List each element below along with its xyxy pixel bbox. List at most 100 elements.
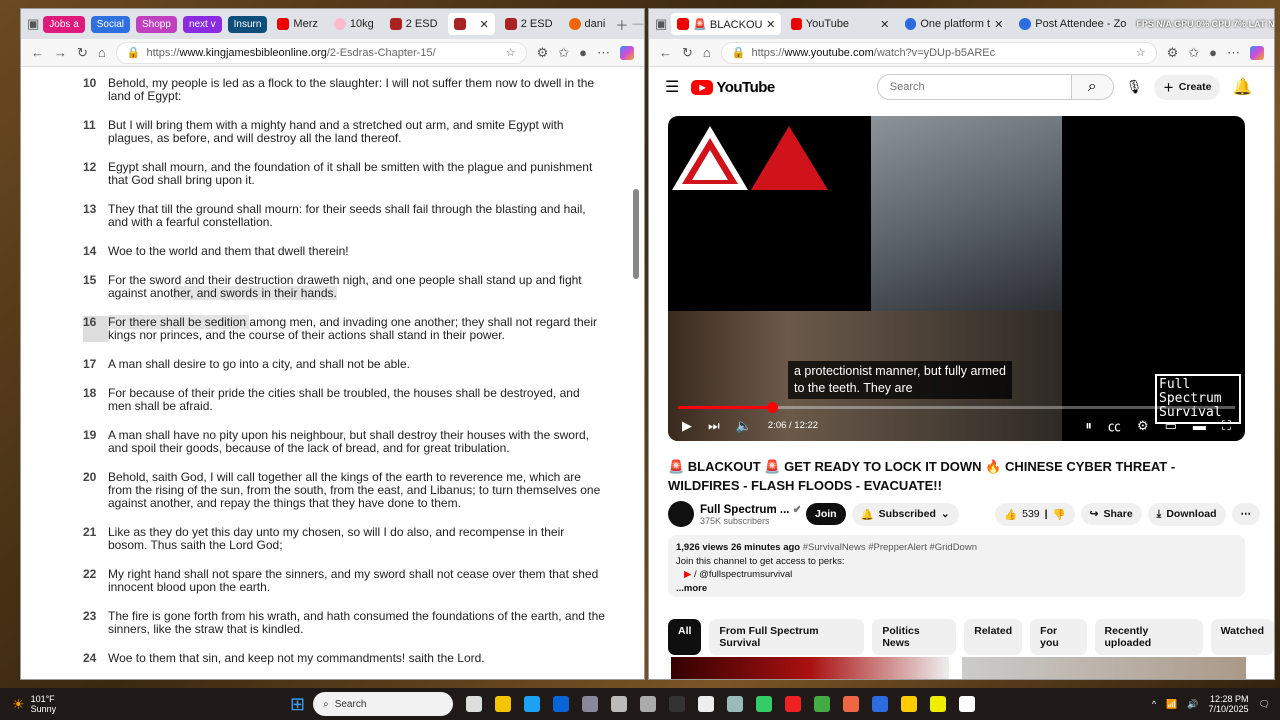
scrollbar[interactable] bbox=[632, 69, 640, 675]
taskbar-app-icon[interactable] bbox=[900, 696, 917, 712]
verse-number[interactable]: 13 bbox=[83, 203, 108, 229]
filter-chip[interactable]: All bbox=[668, 619, 702, 655]
back-icon[interactable]: ← bbox=[31, 45, 44, 60]
autoplay-toggle[interactable]: ⏸ bbox=[1085, 418, 1092, 434]
profile-icon[interactable]: ● bbox=[579, 45, 587, 60]
clock-date[interactable]: 7/10/2025 bbox=[1209, 704, 1249, 714]
scrubber-handle[interactable] bbox=[766, 402, 778, 413]
url-field[interactable]: 🔒 https://www.youtube.com/watch?v=yDUp-b5… bbox=[720, 41, 1157, 64]
taskbar-app-icon[interactable] bbox=[842, 696, 859, 712]
reload-icon[interactable]: ↻ bbox=[682, 45, 693, 61]
taskbar-app-icon[interactable] bbox=[755, 696, 772, 712]
tab-active[interactable]: 🚨 BLACKOUT 🚨 GE✕ bbox=[671, 13, 782, 35]
copilot-icon[interactable] bbox=[620, 45, 634, 60]
filter-chip[interactable]: Recently uploaded bbox=[1094, 619, 1203, 655]
verse-number[interactable]: 22 bbox=[83, 568, 108, 594]
close-icon[interactable]: ✕ bbox=[994, 18, 1003, 31]
settings-icon[interactable]: ⚙ bbox=[1137, 418, 1149, 434]
filter-chip[interactable]: Related bbox=[964, 619, 1023, 655]
tray-overflow-icon[interactable]: ^ bbox=[1152, 699, 1156, 709]
taskbar-app-icon[interactable] bbox=[784, 696, 801, 712]
taskbar-app-icon[interactable] bbox=[813, 696, 830, 712]
close-icon[interactable]: ✕ bbox=[880, 18, 889, 31]
close-icon[interactable]: ✕ bbox=[480, 18, 489, 31]
network-icon[interactable]: 📶 bbox=[1166, 699, 1177, 710]
url-field[interactable]: 🔒 https://www.kingjamesbibleonline.org/2-… bbox=[115, 41, 527, 64]
forward-icon[interactable]: → bbox=[54, 45, 67, 60]
new-tab-icon[interactable]: ＋ bbox=[615, 15, 628, 34]
search-icon[interactable]: ⌕ bbox=[1071, 74, 1114, 100]
show-more-link[interactable]: ...more bbox=[676, 582, 1237, 596]
verse-number[interactable]: 10 bbox=[83, 77, 108, 103]
close-icon[interactable]: ✕ bbox=[766, 18, 775, 31]
tab[interactable]: One platform to con✕ bbox=[899, 13, 1009, 35]
verse-number[interactable]: 12 bbox=[83, 161, 108, 187]
favorites-icon[interactable]: ✩ bbox=[558, 45, 569, 61]
tab[interactable]: dani bbox=[563, 13, 612, 35]
mic-icon[interactable]: 🎙 bbox=[1126, 79, 1143, 95]
taskbar-app-icon[interactable] bbox=[697, 696, 714, 712]
filter-chip[interactable]: Watched bbox=[1210, 619, 1274, 655]
tab[interactable]: 2 ESD bbox=[384, 13, 444, 35]
hashtags[interactable]: #SurvivalNews #PrepperAlert #GridDown bbox=[803, 542, 977, 553]
tab[interactable]: 10kg bbox=[328, 13, 380, 35]
filter-chip[interactable]: From Full Spectrum Survival bbox=[709, 619, 865, 655]
join-button[interactable]: Join bbox=[806, 503, 846, 525]
tab-actions-icon[interactable]: ▣ bbox=[655, 16, 667, 32]
minimize-icon[interactable]: — bbox=[632, 18, 643, 31]
star-icon[interactable]: ☆ bbox=[506, 46, 516, 59]
taskbar-app-icon[interactable] bbox=[958, 696, 975, 712]
notifications-icon[interactable]: 🗨 bbox=[1259, 699, 1270, 710]
volume-icon[interactable]: 🔊 bbox=[1187, 699, 1198, 710]
taskbar-app-icon[interactable] bbox=[523, 696, 540, 712]
thumbs-down-icon[interactable]: 👎 bbox=[1053, 508, 1066, 521]
more-actions-button[interactable]: ⋯ bbox=[1231, 503, 1260, 525]
volume-icon[interactable]: 🔈 bbox=[736, 418, 752, 434]
tab-active[interactable]: ✕ bbox=[447, 13, 495, 35]
profile-icon[interactable]: ● bbox=[1209, 45, 1217, 60]
video-player[interactable]: a protectionist manner, but fully armed t… bbox=[668, 116, 1245, 441]
taskbar-app-icon[interactable] bbox=[552, 696, 569, 712]
tab-group[interactable]: Social bbox=[90, 15, 131, 33]
play-icon[interactable]: ▶ bbox=[682, 418, 692, 434]
verse-number[interactable]: 17 bbox=[83, 358, 108, 371]
home-icon[interactable]: ⌂ bbox=[703, 45, 711, 60]
tab[interactable]: 2 ESD bbox=[499, 13, 559, 35]
filter-chip[interactable]: Politics News bbox=[872, 619, 957, 655]
more-icon[interactable]: ⋯ bbox=[597, 45, 610, 61]
taskbar-app-icon[interactable] bbox=[581, 696, 598, 712]
verse-number[interactable]: 15 bbox=[83, 274, 108, 300]
progress-bar[interactable] bbox=[678, 402, 1235, 413]
taskbar-app-icon[interactable] bbox=[871, 696, 888, 712]
verse-number[interactable]: 11 bbox=[83, 119, 108, 145]
reload-icon[interactable]: ↻ bbox=[77, 45, 88, 61]
channel-avatar[interactable] bbox=[668, 501, 694, 527]
tab-group[interactable]: Shopp bbox=[136, 15, 177, 33]
extensions-icon[interactable]: ⚙ bbox=[537, 45, 549, 61]
subscribed-button[interactable]: 🔔 Subscribed ⌄ bbox=[851, 502, 959, 526]
miniplayer-icon[interactable]: ▭ bbox=[1165, 418, 1177, 434]
taskbar-app-icon[interactable] bbox=[465, 696, 482, 712]
create-button[interactable]: ＋ Create bbox=[1154, 74, 1221, 100]
recommended-thumbnail[interactable] bbox=[671, 657, 949, 679]
star-icon[interactable]: ☆ bbox=[1136, 46, 1146, 59]
fullscreen-icon[interactable]: ⛶ bbox=[1222, 418, 1231, 434]
like-button[interactable]: 👍 539 | 👎 bbox=[995, 502, 1075, 526]
verse-number[interactable]: 14 bbox=[83, 245, 108, 258]
channel-handle-link[interactable]: / @fullspectrumsurvival bbox=[694, 569, 792, 580]
more-icon[interactable]: ⋯ bbox=[1227, 45, 1240, 61]
verse-number[interactable]: 18 bbox=[83, 387, 108, 413]
taskbar-app-icon[interactable] bbox=[668, 696, 685, 712]
scrollbar-thumb[interactable] bbox=[633, 189, 639, 279]
tab-group[interactable]: Insurn bbox=[227, 15, 268, 33]
theater-icon[interactable]: ▬ bbox=[1193, 418, 1206, 433]
next-icon[interactable]: ⏭ bbox=[708, 418, 720, 434]
copilot-icon[interactable] bbox=[1250, 45, 1264, 60]
captions-icon[interactable]: ㏄ bbox=[1108, 416, 1121, 435]
start-icon[interactable]: ⊞ bbox=[290, 694, 305, 715]
channel-name[interactable]: Full Spectrum ... ✔ bbox=[700, 502, 800, 516]
share-button[interactable]: ↪ Share bbox=[1080, 503, 1142, 525]
verse-number[interactable]: 16 bbox=[83, 316, 108, 342]
taskbar-app-icon[interactable] bbox=[726, 696, 743, 712]
tab[interactable]: Post Attendee - Zo bbox=[1013, 13, 1132, 35]
